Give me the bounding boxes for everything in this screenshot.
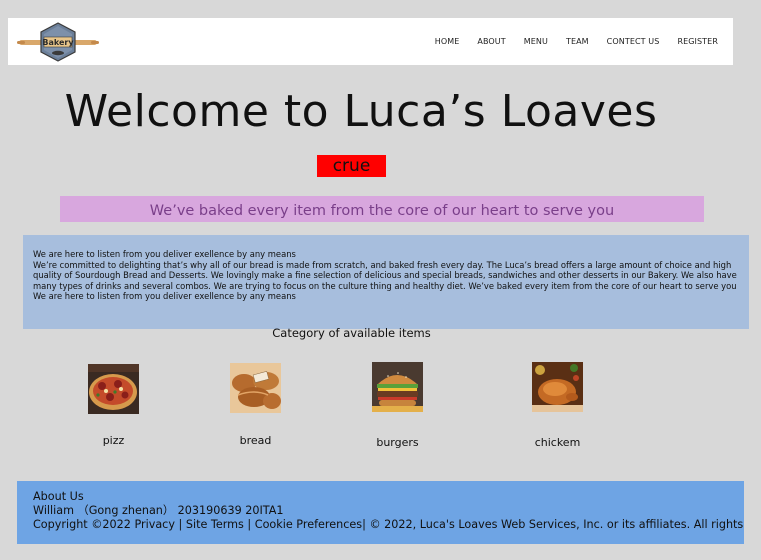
footer-separator: | (362, 518, 366, 531)
logo-text: Bakery (42, 38, 74, 47)
page: Bakery HOME ABOUT MENU TEAM CONTECT US R… (0, 0, 761, 560)
rolling-pin-handle-right (91, 41, 99, 44)
item-label: bread (239, 434, 272, 447)
hero-title: Welcome to Luca’s Loaves (64, 86, 658, 137)
bread-icon (230, 363, 281, 413)
tagline: We’ve baked every item from the core of … (60, 196, 704, 222)
about-intro: We are here to listen from you deliver e… (33, 249, 296, 259)
chicken-icon (532, 362, 583, 412)
pizza-icon (88, 364, 139, 414)
category-item-burgers[interactable]: burgers (372, 362, 423, 449)
category-heading: Category of available items (272, 326, 431, 340)
crue-badge: crue (317, 155, 386, 177)
footer-rights: © 2022, Luca's Loaves Web Services, Inc.… (369, 518, 744, 531)
nav-register[interactable]: REGISTER (677, 37, 718, 46)
footer: About Us William （Gong zhenan） 203190639… (17, 481, 744, 544)
burger-icon (372, 362, 423, 412)
item-label: pizz (102, 434, 125, 447)
nav-about[interactable]: ABOUT (477, 37, 505, 46)
navbar: Bakery HOME ABOUT MENU TEAM CONTECT US R… (8, 18, 733, 65)
category-item-bread[interactable]: bread (230, 363, 281, 447)
nav-contact-us[interactable]: CONTECT US (607, 37, 660, 46)
about-box: We are here to listen from you deliver e… (23, 235, 749, 329)
rolling-pin-handle-left (17, 41, 25, 44)
bread-loaf-icon (52, 50, 64, 56)
footer-privacy-link[interactable]: Privacy (134, 518, 175, 531)
nav-home[interactable]: HOME (435, 37, 460, 46)
footer-cookie-link[interactable]: Cookie Preferences (255, 518, 362, 531)
item-label: burgers (376, 436, 419, 449)
footer-site-terms-link[interactable]: Site Terms (186, 518, 244, 531)
footer-copyright: Copyright ©2022 (33, 518, 131, 531)
footer-separator: | (178, 518, 183, 531)
footer-author: William （Gong zhenan） 203190639 20ITA1 (33, 504, 284, 517)
footer-separator: | (247, 518, 252, 531)
bakery-logo[interactable]: Bakery (17, 22, 99, 62)
category-item-pizza[interactable]: pizz (88, 364, 139, 447)
item-label: chickem (534, 436, 581, 449)
footer-about-us[interactable]: About Us (33, 490, 744, 504)
category-item-chicken[interactable]: chickem (532, 362, 583, 449)
nav-menu[interactable]: MENU (524, 37, 548, 46)
about-body: We’re committed to delighting that’s why… (33, 259, 737, 302)
nav-links: HOME ABOUT MENU TEAM CONTECT US REGISTER (435, 18, 718, 65)
footer-legal: Copyright ©2022 Privacy | Site Terms | C… (33, 518, 744, 532)
nav-team[interactable]: TEAM (566, 37, 589, 46)
